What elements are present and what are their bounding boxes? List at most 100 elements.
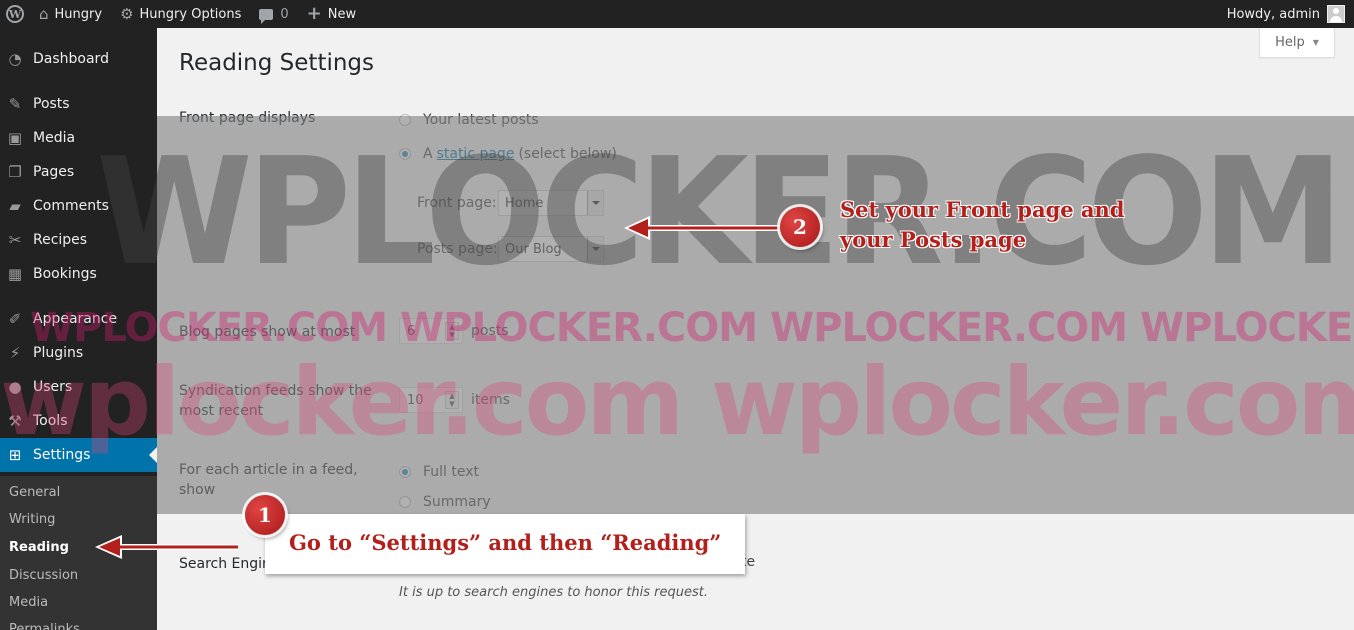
blog-pages-row: 6 ▲ ▼ posts [399,318,509,344]
howdy-text: Howdy, admin [1226,6,1320,22]
step-1-text: Go to “Settings” and then “Reading” [289,530,722,555]
radio-latest-posts[interactable] [399,114,411,126]
syndication-input[interactable]: 10 ▲ ▼ [399,387,463,413]
brush-icon: ✐ [8,309,22,328]
select-arrow-icon [587,191,603,215]
radio-full-text[interactable] [399,466,411,478]
stepper-icon[interactable]: ▲ ▼ [445,322,459,340]
sidebar-item-plugins[interactable]: ⚡ Plugins [0,336,157,370]
theme-options-label: Hungry Options [139,6,242,22]
sidebar-item-label: Plugins [33,345,84,361]
front-page-displays-label: Front page displays [179,110,316,126]
comments-link[interactable]: 0 [250,0,297,28]
submenu-item-discussion[interactable]: Discussion [9,568,78,583]
step-2-text: Set your Front page and your Posts page [840,195,1170,255]
my-account-link[interactable]: Howdy, admin [1218,0,1354,28]
posts-page-value: Our Blog [505,241,562,257]
help-label: Help [1275,35,1305,50]
wrench-icon: ⚒ [8,411,22,430]
blog-pages-value: 6 [407,323,416,339]
sidebar-item-label: Recipes [33,232,88,248]
sidebar-item-settings[interactable]: ⊞ Settings [0,438,157,472]
sidebar-item-label: Appearance [33,311,118,327]
sidebar-item-appearance[interactable]: ✐ Appearance [0,302,157,336]
syndication-row: 10 ▲ ▼ items [399,387,510,413]
blog-pages-label: Blog pages show at most [179,324,356,340]
pages-icon: ❐ [8,162,22,181]
sidebar-item-label: Users [33,379,73,395]
radio-static-page[interactable] [399,148,411,160]
arrow-left-icon [624,216,780,240]
theme-options-link[interactable]: ⚙ Hungry Options [111,0,250,28]
syndication-unit: items [471,392,510,408]
comment-bubble-icon [259,8,274,24]
comment-icon: ▰ [9,196,21,215]
blog-pages-input[interactable]: 6 ▲ ▼ [399,318,463,344]
sidebar-item-dashboard[interactable]: ◔ Dashboard [0,42,157,76]
feed-article-label-line1: For each article in a feed, [179,462,358,478]
radio-summary-label: Summary [423,494,491,510]
sidebar-item-comments[interactable]: ▰ Comments [0,189,157,223]
recipes-icon: ✂ [8,230,22,249]
pin-icon: ✎ [8,94,22,113]
submenu-item-reading[interactable]: Reading [9,540,69,555]
page-title: Reading Settings [179,50,375,76]
front-page-label: Front page: [417,195,497,211]
static-page-link[interactable]: static page [437,146,515,162]
new-label: New [327,6,357,22]
blog-pages-unit: posts [471,323,509,339]
syndication-label-line2: most recent [179,403,264,419]
syndication-value: 10 [407,392,424,408]
plug-icon: ⚡ [9,343,21,362]
calendar-icon: ▦ [7,264,23,283]
step-2-line1: Set your Front page and [840,197,1125,222]
sidebar-item-pages[interactable]: ❐ Pages [0,155,157,189]
site-name: Hungry [54,6,103,22]
submenu-item-general[interactable]: General [9,485,60,500]
feed-article-label: For each article in a feed, show [179,460,358,500]
sidebar-item-label: Pages [33,164,75,180]
radio-full-text-row[interactable]: Full text [399,464,479,480]
sidebar-item-media[interactable]: ▣ Media [0,121,157,155]
syndication-label-line1: Syndication feeds show the [179,383,372,399]
front-page-select[interactable]: Home [498,190,604,216]
sidebar-item-label: Posts [33,96,70,112]
sidebar-item-users[interactable]: ● Users [0,370,157,404]
search-engine-description: It is up to search engines to honor this… [399,585,708,600]
stepper-icon[interactable]: ▲ ▼ [445,391,459,409]
site-name-link[interactable]: ⌂ Hungry [30,0,111,28]
submenu-item-writing[interactable]: Writing [9,512,55,527]
sidebar-item-bookings[interactable]: ▦ Bookings [0,257,157,291]
radio-static-page-row[interactable]: A static page (select below) [399,146,617,162]
wordpress-logo-icon[interactable]: W [0,0,30,28]
posts-page-select[interactable]: Our Blog [498,236,604,262]
media-icon: ▣ [7,128,23,147]
new-content-link[interactable]: + New [298,0,365,28]
dashboard-icon: ◔ [8,49,22,68]
radio-latest-posts-label: Your latest posts [423,112,539,128]
user-icon: ● [8,377,22,396]
arrow-left-icon [95,535,238,559]
sidebar-item-label: Tools [33,413,68,429]
radio-static-prefix: A [423,146,433,162]
syndication-label: Syndication feeds show the most recent [179,381,372,421]
help-tab-button[interactable]: Help ▼ [1259,28,1335,58]
sidebar-item-tools[interactable]: ⚒ Tools [0,404,157,438]
submenu-item-media[interactable]: Media [9,595,48,610]
radio-latest-posts-row[interactable]: Your latest posts [399,112,539,128]
front-page-value: Home [505,195,544,211]
radio-static-suffix: (select below) [518,146,617,162]
avatar [1327,5,1345,23]
radio-summary-row[interactable]: Summary [399,494,491,510]
sidebar-item-label: Media [33,130,76,146]
step-1-badge: 1 [245,495,285,535]
sidebar-item-posts[interactable]: ✎ Posts [0,87,157,121]
sidebar-item-label: Dashboard [33,51,109,67]
radio-summary[interactable] [399,496,411,508]
posts-page-label: Posts page: [417,241,498,257]
sidebar-item-recipes[interactable]: ✂ Recipes [0,223,157,257]
submenu-item-permalinks[interactable]: Permalinks [9,622,80,630]
radio-full-text-label: Full text [423,464,480,480]
gear-icon: ⚙ [120,4,134,23]
sidebar-item-label: Comments [33,198,109,214]
